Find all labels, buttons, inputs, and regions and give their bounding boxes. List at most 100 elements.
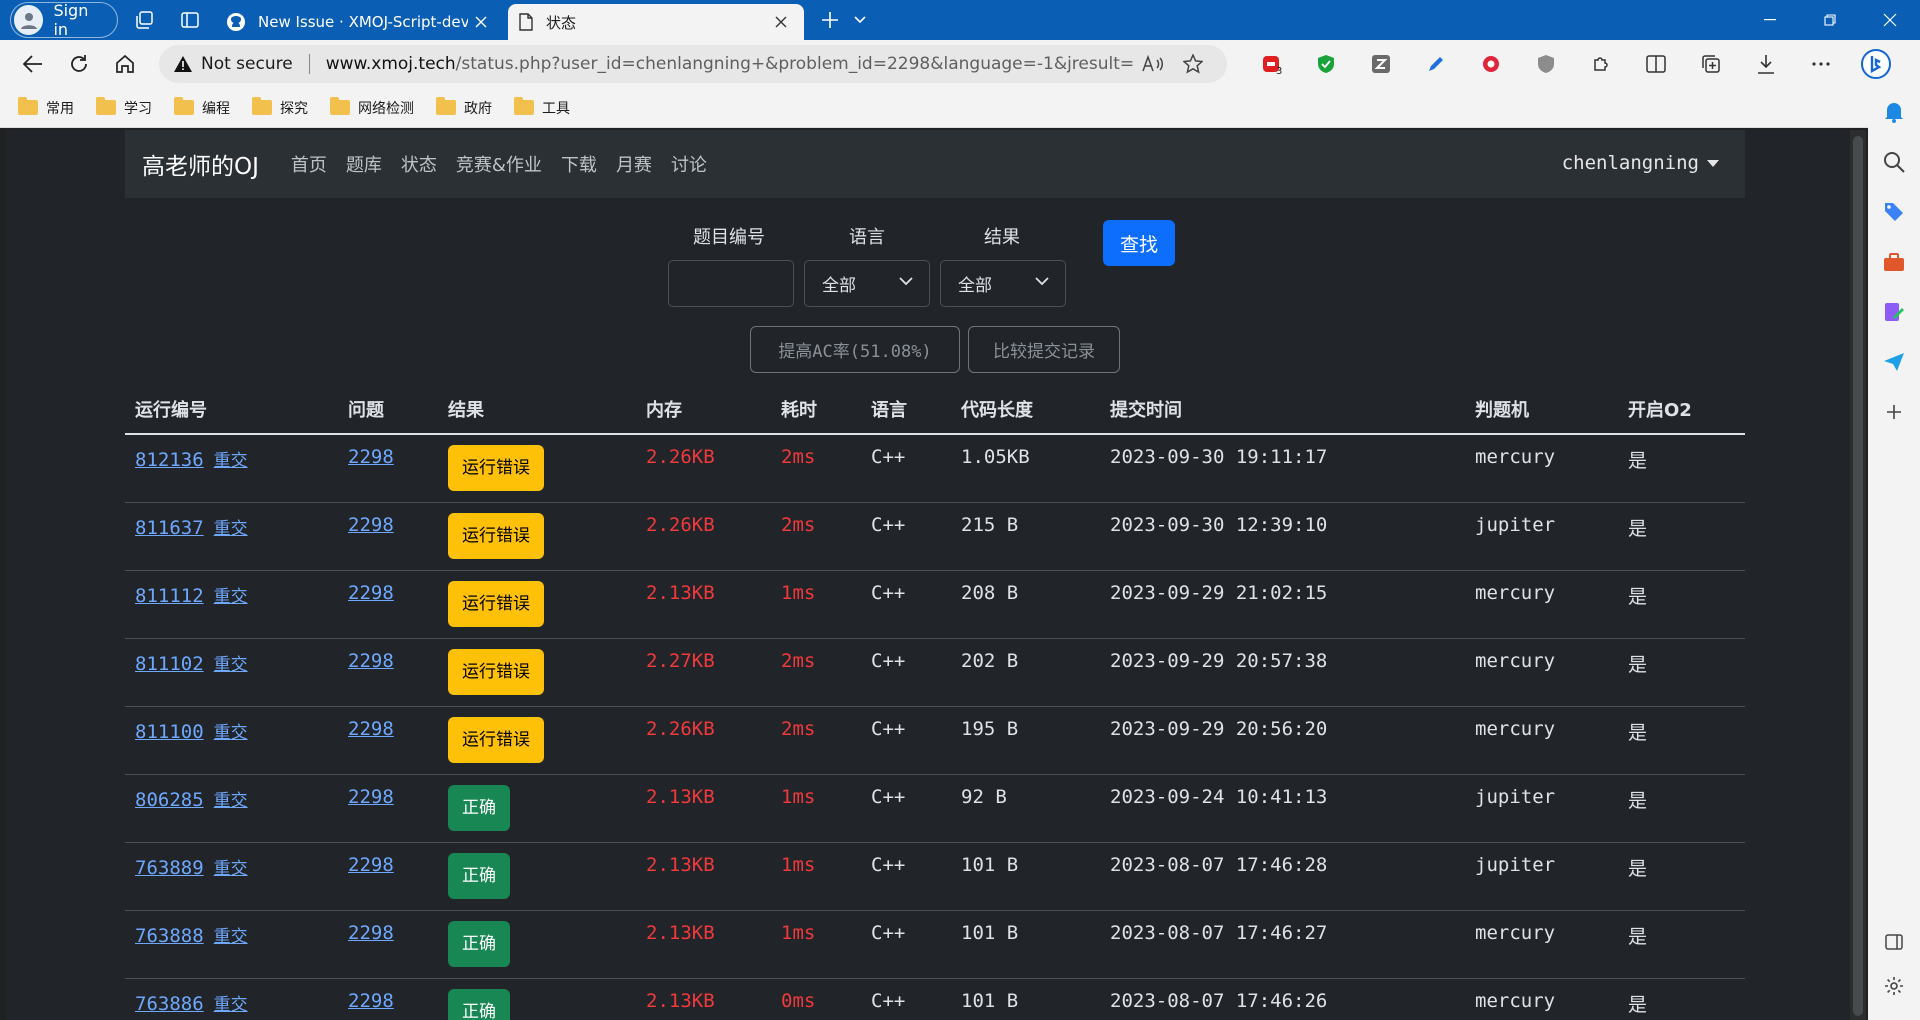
rejudge-link[interactable]: 重交 [214,927,248,947]
sidebar-tools-button[interactable] [1878,246,1910,278]
problem-link[interactable]: 2298 [348,514,394,536]
result-badge[interactable]: 正确 [448,988,510,1020]
nav-link-contests[interactable]: 竞赛&作业 [456,151,542,177]
problem-link[interactable]: 2298 [348,990,394,1012]
tab-list-button[interactable] [848,2,872,38]
site-brand[interactable]: 高老师的OJ [142,147,259,181]
new-tab-button[interactable] [812,2,848,38]
memory-cell: 2.26KB [636,502,771,571]
run-id-link[interactable]: 811112 [135,585,204,607]
improve-ac-button[interactable]: 提高AC率(51.08%) [750,326,960,373]
address-bar[interactable]: Not secure www.xmoj.tech/status.php?user… [159,45,1227,83]
user-dropdown[interactable]: chenlangning [1562,152,1719,174]
language-select[interactable]: 全部 [804,260,930,307]
split-screen-button[interactable] [1628,44,1683,84]
run-id-link[interactable]: 763886 [135,993,204,1015]
page-scrollbar[interactable] [1850,130,1866,1020]
result-badge[interactable]: 运行错误 [448,512,544,559]
problem-link[interactable]: 2298 [348,446,394,468]
result-badge[interactable]: 正确 [448,852,510,899]
bookmark-folder[interactable]: 工具 [514,97,570,118]
home-button[interactable] [103,44,147,84]
copilot-button[interactable] [1848,44,1903,84]
run-id-link[interactable]: 811637 [135,517,204,539]
run-id-link[interactable]: 811100 [135,721,204,743]
read-aloud-button[interactable] [1133,47,1173,81]
restore-button[interactable] [1800,0,1860,40]
extensions-button[interactable] [1573,44,1628,84]
nav-link-problems[interactable]: 题库 [346,151,382,177]
run-id-link[interactable]: 812136 [135,449,204,471]
rejudge-link[interactable]: 重交 [214,859,248,879]
minimize-button[interactable] [1740,0,1800,40]
rejudge-link[interactable]: 重交 [214,587,248,607]
sign-in-button[interactable]: Sign in [10,1,118,39]
sidebar-hide-button[interactable] [1878,926,1910,958]
tab-close-button[interactable] [768,9,794,35]
problem-link[interactable]: 2298 [348,718,394,740]
sidebar-search-button[interactable] [1878,146,1910,178]
problem-link[interactable]: 2298 [348,650,394,672]
sidebar-notifications-button[interactable] [1878,96,1910,128]
problem-link[interactable]: 2298 [348,922,394,944]
workspaces-button[interactable] [124,2,164,38]
result-badge[interactable]: 运行错误 [448,580,544,627]
extension-privacy[interactable] [1518,44,1573,84]
extension-adblock[interactable]: 3 [1243,44,1298,84]
run-id-link[interactable]: 763889 [135,857,204,879]
result-badge[interactable]: 运行错误 [448,445,544,491]
problem-id-input[interactable] [668,260,794,307]
bookmark-folder[interactable]: 政府 [436,97,492,118]
extension-pen[interactable] [1408,44,1463,84]
collections-button[interactable] [1683,44,1738,84]
extension-z[interactable] [1353,44,1408,84]
result-badge[interactable]: 正确 [448,784,510,831]
settings-more-button[interactable] [1793,44,1848,84]
sidebar-office-button[interactable] [1878,296,1910,328]
tab-new-issue[interactable]: New Issue · XMOJ-Script-dev/XMOJ-Script [216,4,504,40]
rejudge-link[interactable]: 重交 [214,451,248,471]
run-id-link[interactable]: 811102 [135,653,204,675]
sidebar-add-button[interactable] [1878,396,1910,428]
result-select[interactable]: 全部 [940,260,1066,307]
sidebar-settings-button[interactable] [1878,970,1910,1002]
close-window-button[interactable] [1860,0,1920,40]
result-badge[interactable]: 运行错误 [448,648,544,695]
problem-link[interactable]: 2298 [348,854,394,876]
tab-status[interactable]: 状态 [508,4,804,40]
problem-link[interactable]: 2298 [348,582,394,604]
rejudge-link[interactable]: 重交 [214,655,248,675]
downloads-button[interactable] [1738,44,1793,84]
bookmark-folder[interactable]: 网络检测 [330,97,414,118]
back-button[interactable] [11,44,55,84]
scrollbar-thumb[interactable] [1853,136,1863,1016]
problem-link[interactable]: 2298 [348,786,394,808]
nav-link-monthly[interactable]: 月赛 [616,151,652,177]
nav-link-discuss[interactable]: 讨论 [671,151,707,177]
nav-link-status[interactable]: 状态 [401,151,437,177]
result-badge[interactable]: 运行错误 [448,716,544,763]
tab-actions-button[interactable] [170,2,210,38]
rejudge-link[interactable]: 重交 [214,519,248,539]
result-badge[interactable]: 正确 [448,920,510,967]
bookmark-folder[interactable]: 学习 [96,97,152,118]
rejudge-link[interactable]: 重交 [214,723,248,743]
tab-close-button[interactable] [468,9,494,35]
rejudge-link[interactable]: 重交 [214,995,248,1015]
rejudge-link[interactable]: 重交 [214,791,248,811]
extension-shield[interactable] [1298,44,1353,84]
search-button[interactable]: 查找 [1103,220,1175,266]
run-id-link[interactable]: 806285 [135,789,204,811]
nav-link-home[interactable]: 首页 [291,151,327,177]
run-id-link[interactable]: 763888 [135,925,204,947]
compare-submissions-button[interactable]: 比较提交记录 [968,326,1120,373]
sidebar-send-button[interactable] [1878,346,1910,378]
nav-link-download[interactable]: 下载 [561,151,597,177]
bookmark-folder[interactable]: 编程 [174,97,230,118]
bookmark-folder[interactable]: 常用 [18,97,74,118]
sidebar-shopping-button[interactable] [1878,196,1910,228]
refresh-button[interactable] [57,44,101,84]
favorite-button[interactable] [1173,47,1213,81]
extension-bug[interactable] [1463,44,1518,84]
bookmark-folder[interactable]: 探究 [252,97,308,118]
